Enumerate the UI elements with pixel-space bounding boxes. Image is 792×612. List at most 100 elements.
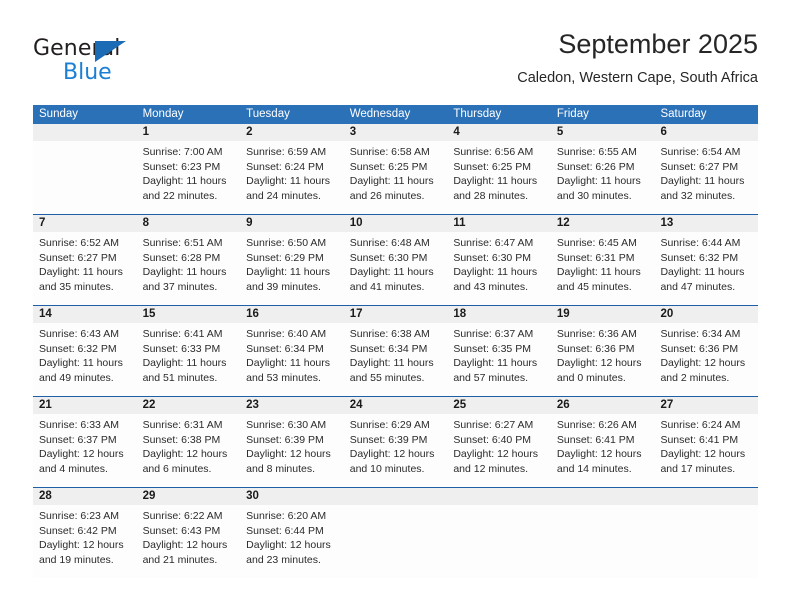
daylight-text-line1: Daylight: 11 hours — [660, 175, 745, 188]
sunrise-text: Sunrise: 6:34 AM — [660, 328, 741, 340]
day-cell[interactable]: Sunrise: 6:51 AM Sunset: 6:28 PM Dayligh… — [137, 232, 241, 305]
daylight-text-line2: and 14 minutes. — [556, 462, 632, 475]
date-number: 19 — [556, 308, 570, 320]
daylight-text-line1: Daylight: 11 hours — [142, 175, 227, 188]
day-cell[interactable]: Sunrise: 6:48 AM Sunset: 6:30 PM Dayligh… — [344, 232, 448, 305]
date-number: 7 — [39, 217, 46, 229]
date-number: 3 — [349, 126, 357, 138]
day-cell[interactable]: Sunrise: 6:24 AM Sunset: 6:41 PM Dayligh… — [654, 414, 758, 487]
daylight-text-line1: Daylight: 12 hours — [660, 448, 746, 461]
daylight-text-line2: and 2 minutes. — [660, 371, 730, 384]
sunrise-text: Sunrise: 7:00 AM — [142, 146, 223, 158]
sunrise-text: Sunrise: 6:44 AM — [660, 237, 741, 249]
day-cell[interactable]: Sunrise: 6:40 AM Sunset: 6:34 PM Dayligh… — [240, 323, 344, 396]
day-cell[interactable]: Sunrise: 6:20 AM Sunset: 6:44 PM Dayligh… — [240, 505, 344, 578]
day-cell[interactable]: Sunrise: 6:59 AM Sunset: 6:24 PM Dayligh… — [240, 141, 344, 214]
weekday-header-friday: Friday — [556, 108, 589, 120]
date-number: 21 — [39, 399, 52, 411]
date-number: 24 — [349, 399, 363, 411]
day-cell[interactable]: Sunrise: 6:38 AM Sunset: 6:34 PM Dayligh… — [344, 323, 448, 396]
day-cell[interactable]: Sunrise: 6:29 AM Sunset: 6:39 PM Dayligh… — [344, 414, 448, 487]
sunrise-text: Sunrise: 6:45 AM — [556, 237, 637, 249]
day-cell[interactable]: Sunrise: 6:22 AM Sunset: 6:43 PM Dayligh… — [137, 505, 241, 578]
day-cell[interactable]: Sunrise: 6:33 AM Sunset: 6:37 PM Dayligh… — [33, 414, 137, 487]
sunrise-text: Sunrise: 6:37 AM — [453, 328, 534, 340]
daylight-text-line1: Daylight: 11 hours — [556, 266, 641, 279]
daylight-text-line2: and 53 minutes. — [246, 371, 321, 384]
daylight-text-line2: and 45 minutes. — [556, 280, 632, 293]
day-cell[interactable]: Sunrise: 6:26 AM Sunset: 6:41 PM Dayligh… — [551, 414, 655, 487]
daylight-text-line1: Daylight: 11 hours — [453, 175, 538, 188]
week-row: 7 8 9 10 11 12 13 Sunrise: 6:52 AM Sunse… — [33, 214, 758, 305]
sunrise-text: Sunrise: 6:27 AM — [453, 419, 534, 431]
day-cell[interactable]: Sunrise: 6:30 AM Sunset: 6:39 PM Dayligh… — [240, 414, 344, 487]
date-number: 11 — [453, 217, 466, 229]
daylight-text-line2: and 55 minutes. — [349, 371, 425, 384]
day-cell[interactable]: Sunrise: 6:23 AM Sunset: 6:42 PM Dayligh… — [33, 505, 137, 578]
day-cell[interactable]: Sunrise: 6:31 AM Sunset: 6:38 PM Dayligh… — [137, 414, 241, 487]
daylight-text-line1: Daylight: 12 hours — [142, 448, 228, 461]
daylight-text-line1: Daylight: 11 hours — [660, 266, 745, 279]
week-body-row: Sunrise: 6:52 AM Sunset: 6:27 PM Dayligh… — [33, 232, 758, 305]
date-number: 22 — [142, 399, 156, 411]
sunset-text: Sunset: 6:25 PM — [453, 160, 531, 173]
daylight-text-line1: Daylight: 12 hours — [142, 539, 228, 552]
day-cell[interactable]: Sunrise: 6:52 AM Sunset: 6:27 PM Dayligh… — [33, 232, 137, 305]
day-cell[interactable]: Sunrise: 6:43 AM Sunset: 6:32 PM Dayligh… — [33, 323, 137, 396]
sunset-text: Sunset: 6:42 PM — [39, 524, 117, 537]
day-cell[interactable]: Sunrise: 6:50 AM Sunset: 6:29 PM Dayligh… — [240, 232, 344, 305]
sunset-text: Sunset: 6:37 PM — [39, 433, 117, 446]
date-number-band: 1 2 3 4 5 6 — [33, 124, 758, 141]
date-number: 25 — [453, 399, 467, 411]
sunrise-text: Sunrise: 6:38 AM — [349, 328, 430, 340]
logo-triangle-icon — [95, 41, 126, 62]
day-cell[interactable]: Sunrise: 6:54 AM Sunset: 6:27 PM Dayligh… — [654, 141, 758, 214]
day-cell[interactable] — [33, 141, 137, 214]
day-cell[interactable] — [654, 505, 758, 578]
sunrise-text: Sunrise: 6:31 AM — [142, 419, 223, 431]
day-cell[interactable]: Sunrise: 6:55 AM Sunset: 6:26 PM Dayligh… — [551, 141, 655, 214]
day-cell[interactable]: Sunrise: 6:58 AM Sunset: 6:25 PM Dayligh… — [344, 141, 448, 214]
day-cell[interactable]: Sunrise: 6:45 AM Sunset: 6:31 PM Dayligh… — [551, 232, 655, 305]
sunset-text: Sunset: 6:44 PM — [246, 524, 324, 537]
date-number-band: 14 15 16 17 18 19 20 — [33, 306, 758, 323]
day-cell[interactable]: Sunrise: 6:44 AM Sunset: 6:32 PM Dayligh… — [654, 232, 758, 305]
date-number: 23 — [246, 399, 259, 411]
daylight-text-line2: and 23 minutes. — [246, 553, 321, 566]
day-cell[interactable]: Sunrise: 6:36 AM Sunset: 6:36 PM Dayligh… — [551, 323, 655, 396]
date-number: 17 — [349, 308, 363, 320]
daylight-text-line2: and 39 minutes. — [246, 280, 321, 293]
weekday-header-saturday: Saturday — [660, 108, 707, 120]
weekday-header-thursday: Thursday — [453, 108, 502, 120]
daylight-text-line2: and 24 minutes. — [246, 189, 321, 202]
day-cell[interactable] — [551, 505, 655, 578]
sunset-text: Sunset: 6:33 PM — [142, 342, 221, 355]
day-cell[interactable]: Sunrise: 6:27 AM Sunset: 6:40 PM Dayligh… — [447, 414, 551, 487]
day-cell[interactable] — [447, 505, 551, 578]
page-subtitle: Caledon, Western Cape, South Africa — [517, 70, 758, 86]
date-number: 2 — [246, 126, 253, 138]
daylight-text-line1: Daylight: 11 hours — [349, 266, 434, 279]
date-number: 20 — [660, 308, 674, 320]
sunrise-text: Sunrise: 6:23 AM — [39, 510, 119, 522]
sunrise-text: Sunrise: 6:24 AM — [660, 419, 741, 431]
day-cell[interactable]: Sunrise: 6:37 AM Sunset: 6:35 PM Dayligh… — [447, 323, 551, 396]
day-cell[interactable]: Sunrise: 6:47 AM Sunset: 6:30 PM Dayligh… — [447, 232, 551, 305]
daylight-text-line1: Daylight: 12 hours — [39, 539, 124, 552]
date-number: 10 — [349, 217, 363, 229]
sunrise-text: Sunrise: 6:50 AM — [246, 237, 327, 249]
sunset-text: Sunset: 6:34 PM — [349, 342, 428, 355]
sunset-text: Sunset: 6:38 PM — [142, 433, 221, 446]
day-cell[interactable]: Sunrise: 6:34 AM Sunset: 6:36 PM Dayligh… — [654, 323, 758, 396]
day-cell[interactable]: Sunrise: 6:41 AM Sunset: 6:33 PM Dayligh… — [137, 323, 241, 396]
date-number: 5 — [556, 126, 564, 138]
day-cell[interactable]: Sunrise: 6:56 AM Sunset: 6:25 PM Dayligh… — [447, 141, 551, 214]
sunset-text: Sunset: 6:32 PM — [660, 251, 739, 264]
daylight-text-line1: Daylight: 11 hours — [142, 266, 227, 279]
sunset-text: Sunset: 6:28 PM — [142, 251, 221, 264]
day-cell[interactable]: Sunrise: 7:00 AM Sunset: 6:23 PM Dayligh… — [137, 141, 241, 214]
day-cell[interactable] — [344, 505, 448, 578]
date-number — [551, 488, 655, 505]
date-number: 28 — [39, 490, 52, 502]
daylight-text-line2: and 0 minutes. — [556, 371, 626, 384]
